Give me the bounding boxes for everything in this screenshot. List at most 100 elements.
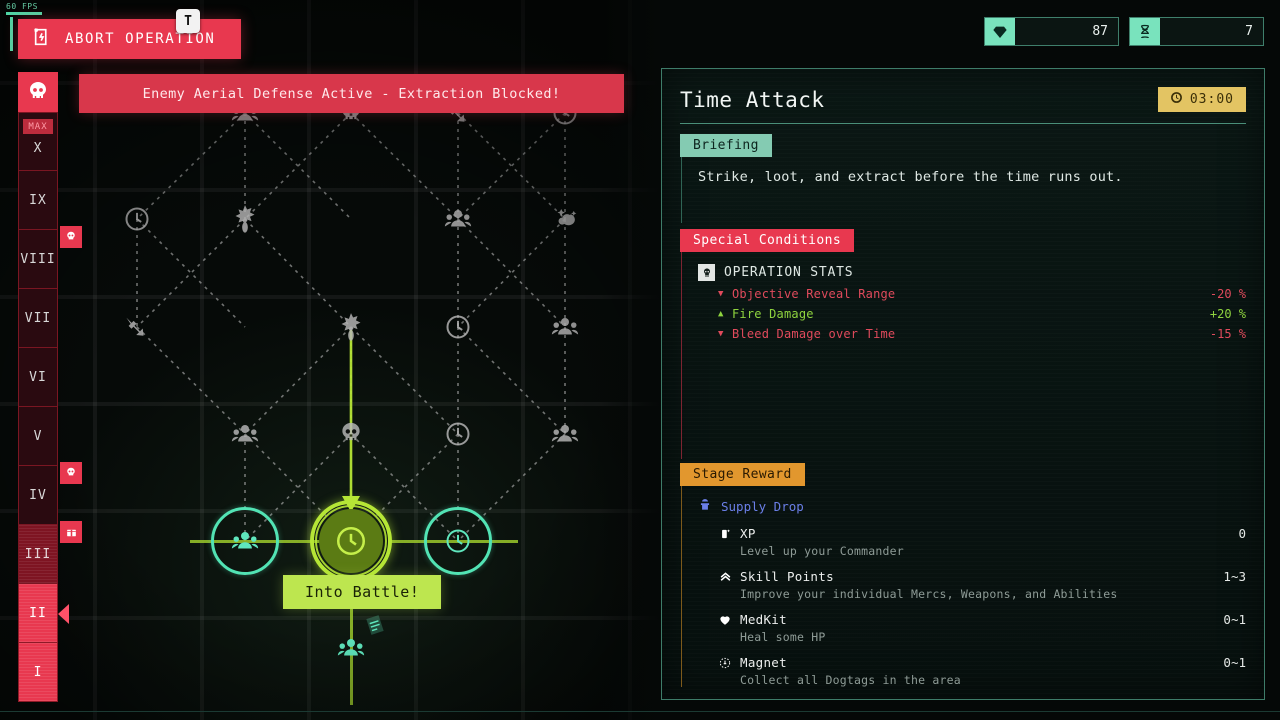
map-node-strike xyxy=(116,306,158,348)
reward-item: Skill Points 1~3 Improve your individual M… xyxy=(698,569,1246,601)
reward-item-amount: 1~3 xyxy=(1223,569,1246,584)
operation-stat-row: ▼ Objective Reveal Range -20 % xyxy=(698,287,1246,301)
timer-value: 03:00 xyxy=(1189,92,1234,107)
panel-header: Time Attack 03:00 xyxy=(680,87,1246,112)
reward-item-amount: 0 xyxy=(1238,526,1246,541)
mission-detail-panel: Time Attack 03:00 Briefing Strike, loot,… xyxy=(661,68,1265,700)
abort-run-icon xyxy=(32,26,54,52)
rail-level-v[interactable]: V xyxy=(18,407,58,466)
operation-stats-list: ▼ Objective Reveal Range -20 % ▲ Fire Damage… xyxy=(698,287,1246,341)
rail-level-iii[interactable]: III xyxy=(18,521,82,584)
current-node[interactable] xyxy=(310,500,392,582)
reward-item-line: MedKit 0~1 xyxy=(718,612,1246,627)
rail-level-i[interactable]: I xyxy=(18,643,58,702)
rail-level-ix[interactable]: IX xyxy=(18,171,58,230)
special-conditions-body: OPERATION STATS ▼ Objective Reveal Range -… xyxy=(681,252,1246,459)
arrow-up-icon: ▲ xyxy=(718,309,724,319)
arrow-down-icon: ▼ xyxy=(718,289,724,299)
rail-level-label: VI xyxy=(29,369,47,385)
map-node-squad[interactable] xyxy=(224,520,266,562)
map-node-clock xyxy=(437,413,479,455)
reward-item-name: Magnet xyxy=(740,655,787,670)
stage-reward-section: Stage Reward Supply Drop XP 0 Level up you… xyxy=(680,463,1246,687)
rail-badge-boss[interactable] xyxy=(60,462,82,484)
reward-item-amount: 0~1 xyxy=(1223,612,1246,627)
current-node-core xyxy=(319,509,383,573)
stage-reward-tag: Stage Reward xyxy=(680,463,805,486)
briefing-section: Briefing Strike, loot, and extract befor… xyxy=(680,134,1246,223)
rail-level-x[interactable]: MAX X xyxy=(18,112,58,171)
map-node-squad xyxy=(224,413,266,455)
map-node-squad xyxy=(544,413,586,455)
rail-level-ii[interactable]: II xyxy=(18,584,69,643)
rail-level-vii[interactable]: VII xyxy=(18,289,58,348)
currency-gems-value: 87 xyxy=(1092,24,1108,39)
reward-item-name: XP xyxy=(740,526,756,541)
currency-dna: 7 xyxy=(1129,17,1264,46)
dna-icon xyxy=(1130,18,1160,45)
panel-divider xyxy=(680,123,1246,124)
currency-bar: 87 7 xyxy=(984,17,1264,46)
abort-keybind[interactable]: T xyxy=(176,9,200,33)
xp-icon xyxy=(718,527,740,541)
magnet-icon xyxy=(718,656,740,670)
rail-level-label: IX xyxy=(29,192,47,208)
map-node-squad xyxy=(544,306,586,348)
operation-stat-row: ▼ Bleed Damage over Time -15 % xyxy=(698,327,1246,341)
fps-meter-bar xyxy=(6,12,42,15)
rail-level-label: V xyxy=(33,428,43,444)
briefing-tag: Briefing xyxy=(680,134,772,157)
map-node-skull xyxy=(330,413,372,455)
rail-level-label: II xyxy=(29,605,47,621)
rail-badge-boss[interactable] xyxy=(60,226,82,248)
heart-icon xyxy=(718,613,740,627)
rail-level-label: I xyxy=(33,664,43,680)
currency-gems: 87 xyxy=(984,17,1119,46)
arrow-down-icon: ▼ xyxy=(718,329,724,339)
rail-level-vi[interactable]: VI xyxy=(18,348,58,407)
chevron-up-icon xyxy=(718,569,740,584)
into-battle-button[interactable]: Into Battle! xyxy=(283,575,442,609)
map-node-clock[interactable] xyxy=(437,520,479,562)
map-node-star xyxy=(224,198,266,240)
map-node-clock xyxy=(437,306,479,348)
operation-stat-name: Fire Damage xyxy=(732,307,814,321)
operation-stats-label: OPERATION STATS xyxy=(724,265,854,280)
map-node-clock xyxy=(116,198,158,240)
reward-item: XP 0 Level up your Commander xyxy=(698,526,1246,558)
level-rail[interactable]: MAX X IX VIII VII VI V IV III II I xyxy=(18,72,82,702)
rail-level-list: MAX X IX VIII VII VI V IV III II I xyxy=(18,112,82,702)
rail-level-label: IV xyxy=(29,487,47,503)
clock-badge-icon xyxy=(1170,91,1183,108)
abort-operation-label: ABORT OPERATION xyxy=(65,31,216,47)
bottom-accent-line xyxy=(0,711,1280,712)
operation-stat-name: Bleed Damage over Time xyxy=(732,327,896,341)
rail-level-label: X xyxy=(33,141,43,156)
reward-item-line: XP 0 xyxy=(718,526,1246,541)
operation-stats-icon xyxy=(698,264,715,281)
fps-meter-vertical-bar xyxy=(10,17,13,51)
rail-max-tag: MAX xyxy=(23,119,53,134)
rail-badge-chest[interactable] xyxy=(60,521,82,543)
operation-stat-value: -15 % xyxy=(1209,327,1246,341)
game-screen: Into Battle! 60 FPS ABORT OPERATION T En… xyxy=(0,0,1280,720)
operation-stat-value: -20 % xyxy=(1209,287,1246,301)
supply-drop-label: Supply Drop xyxy=(721,499,804,514)
briefing-body: Strike, loot, and extract before the tim… xyxy=(681,157,1246,223)
rail-level-viii[interactable]: VIII xyxy=(18,226,82,289)
reward-item-line: Magnet 0~1 xyxy=(718,655,1246,670)
operation-stat-row: ▲ Fire Damage +20 % xyxy=(698,307,1246,321)
map-node-squad xyxy=(437,198,479,240)
rail-selection-cursor xyxy=(58,604,69,624)
reward-item-line: Skill Points 1~3 xyxy=(718,569,1246,584)
page-title: Time Attack xyxy=(680,87,825,112)
reward-item-description: Heal some HP xyxy=(740,630,826,644)
timer-badge: 03:00 xyxy=(1157,87,1246,112)
reward-item: Magnet 0~1 Collect all Dogtags in the area xyxy=(698,655,1246,687)
abort-operation-button[interactable]: ABORT OPERATION xyxy=(18,19,242,59)
rail-level-iv[interactable]: IV xyxy=(18,462,82,525)
rail-level-label: VII xyxy=(24,310,52,326)
rail-skull-icon[interactable] xyxy=(18,72,58,112)
reward-item-name: MedKit xyxy=(740,612,787,627)
supply-drop-row: Supply Drop xyxy=(698,498,1246,515)
